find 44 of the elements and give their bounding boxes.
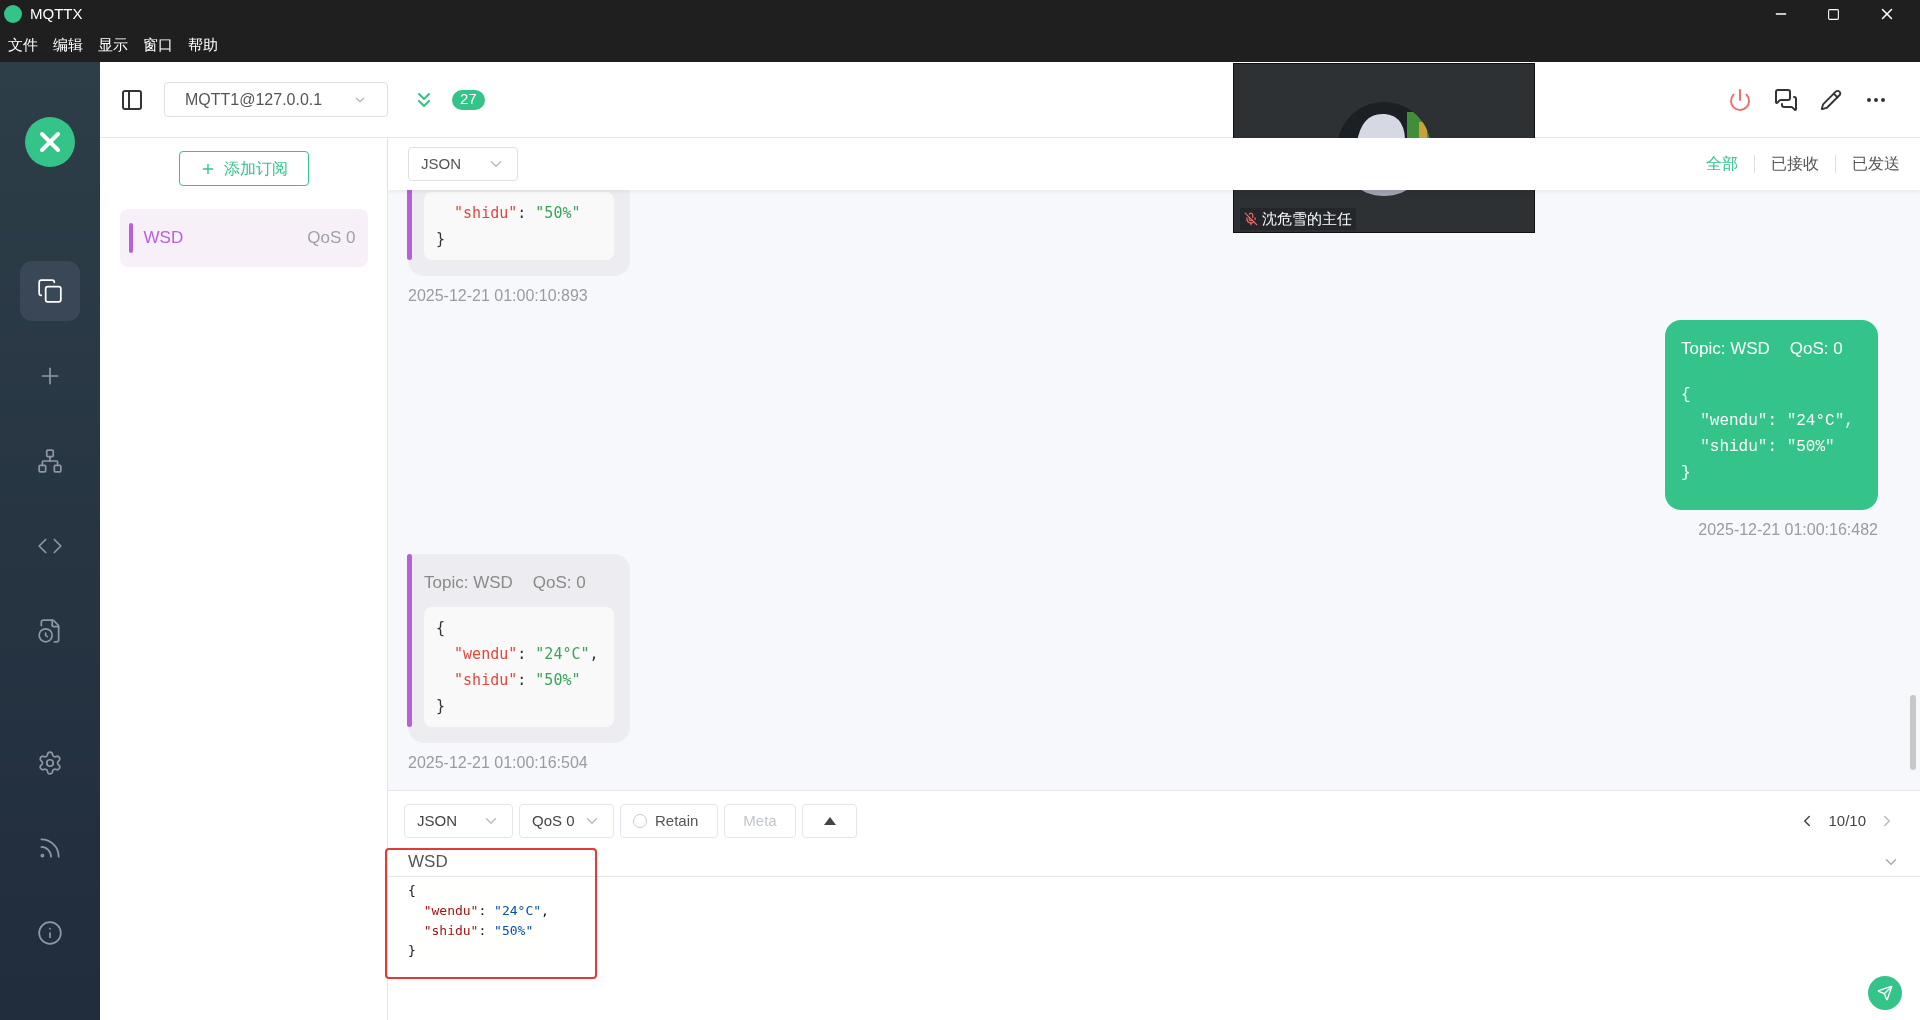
message-qos: QoS: 0 [1789, 338, 1843, 360]
message-payload: "shidu": "50%" } [424, 192, 614, 260]
payload-format-select[interactable]: JSON [404, 804, 513, 838]
message-qos: QoS: 0 [532, 571, 586, 594]
message-filter-tab[interactable]: 已接收 [1771, 152, 1819, 176]
participant-name-label: 沈危雪的主任 [1240, 207, 1356, 230]
message-payload: { "wendu": "24°C", "shidu": "50%" } [1681, 384, 1855, 484]
mic-off-icon [1244, 211, 1258, 226]
window-title: MQTTX [30, 3, 83, 24]
edit-icon[interactable] [1820, 88, 1842, 111]
nav-button[interactable] [20, 261, 80, 321]
triangle-up-icon [823, 817, 836, 825]
menu-item[interactable]: 编辑 [53, 33, 83, 57]
expand-button[interactable] [802, 804, 857, 838]
format-select[interactable]: JSON [408, 147, 518, 181]
file-clock-icon [37, 618, 63, 644]
send-icon [1877, 985, 1893, 1001]
message-topic: Topic: WSD [1681, 338, 1770, 360]
unread-count-badge: 27 [452, 89, 485, 110]
page-indicator: 10/10 [1828, 810, 1866, 831]
info-icon [37, 920, 63, 946]
menu-item[interactable]: 文件 [8, 33, 38, 57]
menu-item[interactable]: 帮助 [188, 33, 218, 57]
menu-item[interactable]: 显示 [98, 33, 128, 57]
sidebar-toggle-icon[interactable] [120, 87, 144, 112]
message-accent-bar [407, 190, 412, 260]
network-icon [37, 448, 63, 474]
message-timestamp: 2025-12-21 01:00:16:482 [1698, 519, 1878, 540]
message-timestamp: 2025-12-21 01:00:10:893 [408, 286, 588, 306]
message-timestamp: 2025-12-21 01:00:16:504 [408, 753, 588, 773]
topic-input[interactable]: WSD [388, 847, 1920, 877]
disconnect-icon[interactable] [1728, 87, 1752, 112]
message-payload: { "wendu": "24°C", "shidu": "50%" } [424, 607, 614, 727]
copy-icon [37, 278, 63, 304]
message-topic: Topic: WSD [424, 571, 513, 594]
chat-icon[interactable] [1774, 87, 1798, 112]
settings-icon [37, 750, 63, 776]
message-filter-tab[interactable]: 已发送 [1852, 152, 1900, 176]
menu-item[interactable]: 窗口 [143, 33, 173, 57]
connection-select[interactable]: MQTT1@127.0.0.1 [164, 82, 388, 117]
scrollbar-thumb[interactable] [1910, 695, 1916, 770]
qos-select[interactable]: QoS 0 [519, 804, 614, 838]
restore-icon[interactable] [1827, 7, 1840, 21]
retain-toggle[interactable]: Retain [620, 804, 718, 838]
